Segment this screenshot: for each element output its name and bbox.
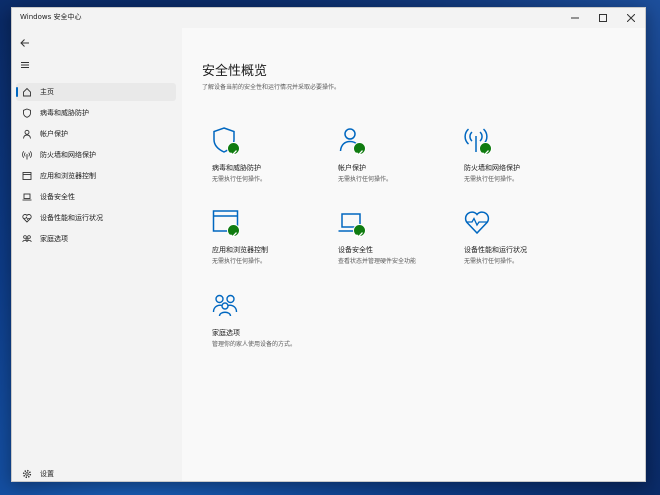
check-badge-icon	[227, 224, 240, 238]
tile-device-security[interactable]: 设备安全性 查看状态并管理硬件安全功能	[330, 200, 446, 266]
check-badge-icon	[353, 224, 366, 238]
tile-app-browser-control[interactable]: 应用和浏览器控制 无需执行任何操作。	[204, 200, 320, 266]
maximize-icon	[599, 14, 607, 22]
main-content: 安全性概览 了解设备当前的安全性和运行情况并采取必要操作。 病毒和威胁防护 无需…	[182, 28, 645, 481]
sidebar-item-device-performance[interactable]: 设备性能和运行状况	[16, 209, 176, 227]
sidebar-item-device-security[interactable]: 设备安全性	[16, 188, 176, 206]
check-badge-icon	[479, 142, 492, 156]
laptop-icon	[20, 190, 34, 204]
sidebar: 主页 病毒和威胁防护 帐户保护 防火墙和网络保护 应用和浏览器控制 设备安全性 …	[12, 28, 182, 481]
sidebar-item-label: 帐户保护	[40, 130, 68, 138]
back-button[interactable]	[18, 36, 32, 50]
check-badge-icon	[227, 142, 240, 156]
tile-title: 家庭选项	[212, 329, 240, 337]
hamburger-icon	[21, 62, 29, 68]
page-title: 安全性概览	[202, 64, 268, 79]
laptop-icon	[338, 208, 366, 238]
tile-account-protection[interactable]: 帐户保护 无需执行任何操作。	[330, 118, 446, 184]
maximize-button[interactable]	[589, 8, 617, 28]
tile-title: 病毒和威胁防护	[212, 164, 261, 172]
tile-device-performance[interactable]: 设备性能和运行状况 无需执行任何操作。	[456, 200, 572, 266]
tile-title: 帐户保护	[338, 164, 366, 172]
shield-icon	[20, 106, 34, 120]
tile-virus-protection[interactable]: 病毒和威胁防护 无需执行任何操作。	[204, 118, 320, 184]
sidebar-item-label: 家庭选项	[40, 235, 68, 243]
sidebar-item-label: 设备性能和运行状况	[40, 214, 103, 222]
close-button[interactable]	[617, 8, 645, 28]
sidebar-item-label: 主页	[40, 88, 54, 96]
wireless-icon	[464, 126, 492, 156]
tile-status: 查看状态并管理硬件安全功能	[338, 258, 417, 265]
minimize-icon	[571, 17, 579, 19]
tile-status: 无需执行任何操作。	[464, 176, 519, 183]
heart-pulse-icon	[464, 208, 492, 238]
family-icon	[20, 232, 34, 246]
sidebar-item-label: 应用和浏览器控制	[40, 172, 96, 180]
tile-title: 防火墙和网络保护	[464, 164, 520, 172]
tile-status: 无需执行任何操作。	[212, 258, 267, 265]
close-icon	[627, 14, 635, 22]
back-arrow-icon	[20, 39, 29, 47]
tile-title: 应用和浏览器控制	[212, 246, 268, 254]
person-icon	[338, 126, 366, 156]
tile-title: 设备安全性	[338, 246, 373, 254]
tile-status: 无需执行任何操作。	[212, 176, 267, 183]
sidebar-item-account-protection[interactable]: 帐户保护	[16, 125, 176, 143]
active-indicator	[16, 87, 18, 97]
tile-status: 管理你的家人使用设备的方式。	[212, 341, 297, 348]
heart-pulse-icon	[20, 211, 34, 225]
check-badge-icon	[353, 142, 366, 156]
title-bar: Windows 安全中心	[12, 8, 645, 28]
wireless-icon	[20, 148, 34, 162]
sidebar-item-settings[interactable]: 设置	[16, 465, 176, 481]
app-window-icon	[20, 169, 34, 183]
sidebar-item-label: 病毒和威胁防护	[40, 109, 89, 117]
sidebar-item-home[interactable]: 主页	[16, 83, 176, 101]
sidebar-item-family-options[interactable]: 家庭选项	[16, 230, 176, 248]
shield-icon	[212, 126, 240, 156]
minimize-button[interactable]	[561, 8, 589, 28]
app-window-icon	[212, 208, 240, 238]
tile-status: 无需执行任何操作。	[464, 258, 519, 265]
security-center-window: Windows 安全中心 主页 病毒和威胁防护 帐户保护 防火墙和网络保护 应用…	[11, 7, 646, 482]
page-subtitle: 了解设备当前的安全性和运行情况并采取必要操作。	[202, 84, 341, 91]
person-icon	[20, 127, 34, 141]
gear-icon	[20, 467, 34, 481]
family-icon	[212, 291, 240, 321]
tile-family-options[interactable]: 家庭选项 管理你的家人使用设备的方式。	[204, 283, 320, 349]
sidebar-item-virus-protection[interactable]: 病毒和威胁防护	[16, 104, 176, 122]
window-title: Windows 安全中心	[20, 13, 82, 21]
sidebar-item-label: 设备安全性	[40, 193, 75, 201]
tile-title: 设备性能和运行状况	[464, 246, 527, 254]
sidebar-item-firewall[interactable]: 防火墙和网络保护	[16, 146, 176, 164]
sidebar-item-label: 防火墙和网络保护	[40, 151, 96, 159]
sidebar-item-app-browser-control[interactable]: 应用和浏览器控制	[16, 167, 176, 185]
tile-status: 无需执行任何操作。	[338, 176, 393, 183]
settings-label: 设置	[40, 470, 54, 478]
tile-firewall[interactable]: 防火墙和网络保护 无需执行任何操作。	[456, 118, 572, 184]
home-icon	[20, 85, 34, 99]
menu-button[interactable]	[18, 58, 32, 72]
